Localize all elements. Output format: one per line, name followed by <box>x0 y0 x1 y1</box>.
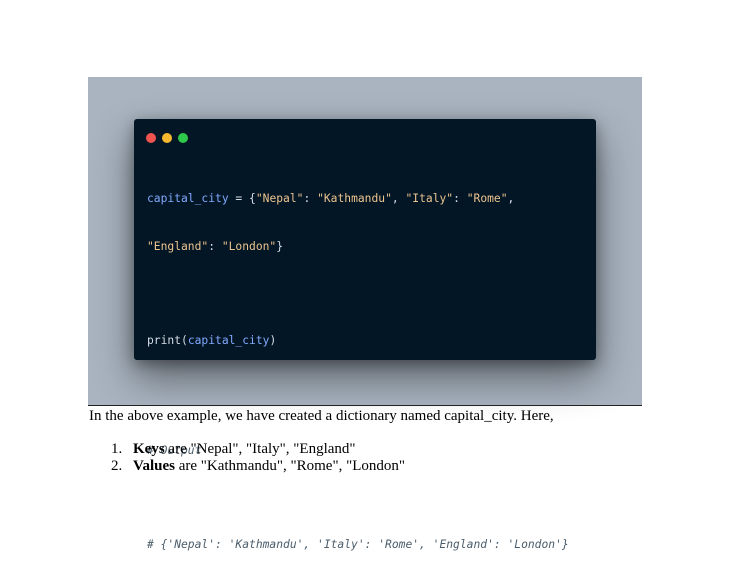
close-dot-icon <box>146 133 156 143</box>
list-item: 1. Keys are "Nepal", "Italy", "England" <box>111 441 356 457</box>
definition-list: 1. Keys are "Nepal", "Italy", "England" 2… <box>111 441 405 475</box>
code-line-2: "England": "London"} <box>147 240 284 253</box>
code-figure: capital_city = {"Nepal": "Kathmandu", "I… <box>88 77 642 551</box>
window-controls <box>146 133 188 143</box>
code-line-1: capital_city = {"Nepal": "Kathmandu", "I… <box>147 192 515 205</box>
figure-divider <box>88 405 642 406</box>
code-comment-result: # {'Nepal': 'Kathmandu', 'Italy': 'Rome'… <box>147 538 569 551</box>
list-term: Values <box>133 458 175 474</box>
minimize-dot-icon <box>162 133 172 143</box>
code-line-3: print(capital_city) <box>147 334 277 347</box>
list-term: Keys <box>133 441 165 457</box>
code-window: capital_city = {"Nepal": "Kathmandu", "I… <box>134 119 596 551</box>
code-block: capital_city = {"Nepal": "Kathmandu", "I… <box>147 159 569 585</box>
list-item: 2. Values are "Kathmandu", "Rome", "Londo… <box>111 458 405 474</box>
maximize-dot-icon <box>178 133 188 143</box>
explanation-paragraph: In the above example, we have created a … <box>89 408 554 424</box>
